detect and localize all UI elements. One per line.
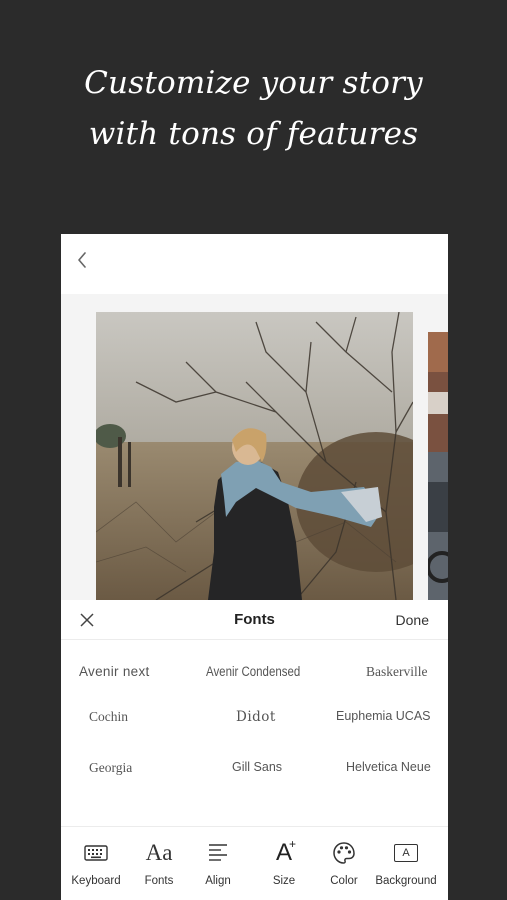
editor-topbar — [61, 234, 448, 294]
font-option-cochin[interactable]: Cochin — [89, 709, 128, 725]
font-option-didot[interactable]: Didot — [236, 709, 276, 725]
back-button[interactable] — [73, 248, 93, 272]
font-option-gill-sans[interactable]: Gill Sans — [232, 760, 282, 774]
headline: Customize your story with tons of featur… — [0, 58, 507, 160]
headline-line-1: Customize your story — [84, 65, 423, 101]
palette-icon — [333, 842, 355, 864]
story-photo[interactable] — [96, 312, 413, 600]
font-list: Avenir next Avenir Condensed Baskerville… — [61, 654, 448, 814]
text-toolbar: Keyboard Aa Fonts Align A + Size Color A… — [61, 826, 448, 900]
editor-screen: Fonts Done Avenir next Avenir Condensed … — [61, 234, 448, 900]
keyboard-icon — [84, 845, 108, 861]
toolbar-background[interactable]: A Background — [374, 837, 438, 897]
fonts-icon: Aa — [145, 840, 173, 865]
next-story-card[interactable] — [428, 332, 448, 600]
toolbar-fonts-label: Fonts — [144, 875, 174, 887]
plus-icon: + — [289, 837, 297, 851]
photo-image — [96, 312, 413, 600]
toolbar-fonts[interactable]: Aa Fonts — [134, 837, 184, 897]
font-option-helvetica-neue[interactable]: Helvetica Neue — [346, 760, 431, 774]
story-canvas — [61, 294, 448, 600]
align-icon — [209, 844, 227, 861]
done-button[interactable]: Done — [396, 612, 429, 628]
toolbar-background-label: Background — [375, 875, 437, 887]
sheet-header: Fonts Done — [61, 600, 448, 640]
toolbar-align-label: Align — [205, 875, 231, 887]
font-picker-sheet: Fonts Done Avenir next Avenir Condensed … — [61, 600, 448, 900]
font-option-georgia[interactable]: Georgia — [89, 760, 132, 776]
toolbar-align[interactable]: Align — [194, 837, 242, 897]
toolbar-color-label: Color — [330, 875, 358, 887]
toolbar-color[interactable]: Color — [320, 837, 368, 897]
headline-line-2: with tons of features — [88, 116, 419, 152]
font-option-baskerville[interactable]: Baskerville — [366, 664, 427, 680]
font-option-avenir-next[interactable]: Avenir next — [79, 664, 150, 679]
chevron-left-icon — [78, 252, 86, 268]
toolbar-size-label: Size — [272, 875, 296, 887]
toolbar-size[interactable]: A + Size — [260, 837, 308, 897]
font-option-avenir-condensed[interactable]: Avenir Condensed — [206, 664, 300, 679]
background-icon: A — [394, 844, 418, 862]
toolbar-keyboard-label: Keyboard — [71, 875, 121, 887]
toolbar-keyboard[interactable]: Keyboard — [67, 837, 125, 897]
font-option-euphemia-ucas[interactable]: Euphemia UCAS — [336, 709, 431, 723]
sheet-title: Fonts — [234, 611, 275, 628]
